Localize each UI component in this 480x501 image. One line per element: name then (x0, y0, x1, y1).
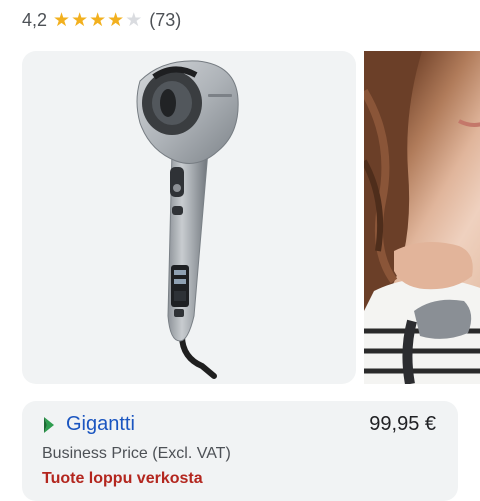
hair-curler-illustration (136, 60, 239, 379)
gigantti-logo-icon (44, 416, 54, 433)
rating-stars: ★ ★ ★ ★ ★ (53, 11, 143, 30)
woman-with-curler-illustration (364, 51, 480, 384)
seller[interactable]: Gigantti (42, 413, 135, 436)
rating-summary[interactable]: 4,2 ★ ★ ★ ★ ★ (73) (22, 6, 181, 34)
star-icon: ★ (53, 9, 71, 31)
offer-card[interactable]: Gigantti 99,95 € Business Price (Excl. V… (22, 401, 458, 501)
offer-price: 99,95 € (369, 413, 436, 435)
product-image[interactable] (22, 51, 356, 384)
star-icon: ★ (71, 9, 89, 31)
review-count: (73) (149, 9, 182, 30)
lifestyle-image[interactable] (364, 51, 480, 384)
seller-name[interactable]: Gigantti (66, 413, 135, 436)
image-carousel[interactable] (0, 51, 480, 384)
star-icon: ★ (125, 9, 143, 31)
stock-status: Tuote loppu verkosta (42, 470, 203, 487)
star-icon: ★ (89, 9, 107, 31)
star-icon: ★ (107, 9, 125, 31)
price-note: Business Price (Excl. VAT) (42, 445, 231, 462)
rating-value: 4,2 (22, 9, 48, 30)
